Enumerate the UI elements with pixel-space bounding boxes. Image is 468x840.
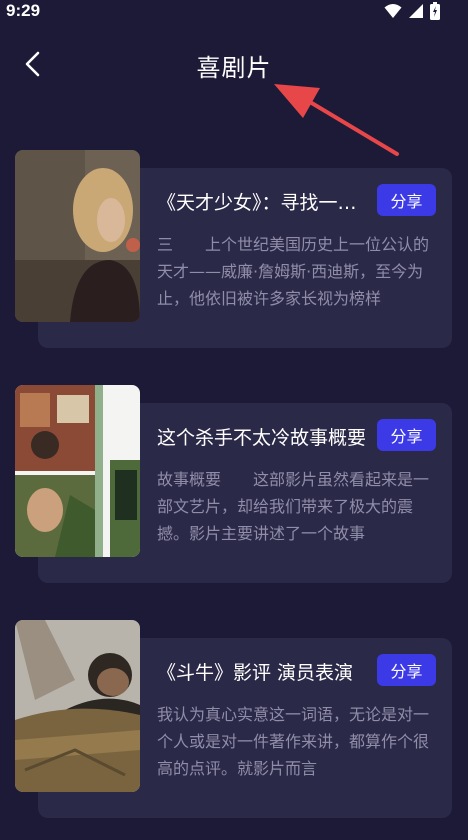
status-time: 9:29 (6, 1, 41, 20)
card-description: 我认为真心实意这一词语，无论是对一个人或是对一件著作来讲，都算作个很高的点评。就… (157, 705, 430, 778)
article-card[interactable]: 《斗牛》影评 演员表演 分享 我认为真心实意这一词语，无论是对一个人或是对一件著… (0, 620, 468, 820)
article-thumbnail[interactable] (15, 150, 140, 322)
battery-icon (430, 2, 440, 20)
article-thumbnail[interactable] (15, 620, 140, 792)
article-thumbnail[interactable] (15, 385, 140, 557)
annotation-arrow-icon (274, 84, 399, 156)
card-description: 三 上个世纪美国历史上一位公认的天才——威廉·詹姆斯·西迪斯，至今为止，他依旧被… (157, 235, 430, 308)
share-button[interactable]: 分享 (377, 654, 436, 686)
status-bar: 9:29 (0, 0, 468, 24)
share-button[interactable]: 分享 (377, 419, 436, 451)
card-title[interactable]: 这个杀手不太冷故事概要 (157, 423, 367, 450)
card-description: 故事概要 这部影片虽然看起来是一部文艺片，却给我们带来了极大的震撼。影片主要讲述… (157, 470, 430, 543)
card-title[interactable]: 《斗牛》影评 演员表演 (157, 658, 367, 685)
status-icons (384, 2, 440, 20)
card-title[interactable]: 《天才少女》：寻找一部好电影 (157, 188, 367, 215)
page-title: 喜剧片 (196, 54, 272, 82)
wifi-icon (384, 4, 402, 18)
signal-icon (409, 4, 423, 18)
article-card[interactable]: 《天才少女》：寻找一部好电影 分享 三 上个世纪美国历史上一位公认的天才——威廉… (0, 150, 468, 350)
share-button[interactable]: 分享 (377, 184, 436, 216)
article-card[interactable]: 这个杀手不太冷故事概要 分享 故事概要 这部影片虽然看起来是一部文艺片，却给我们… (0, 385, 468, 585)
